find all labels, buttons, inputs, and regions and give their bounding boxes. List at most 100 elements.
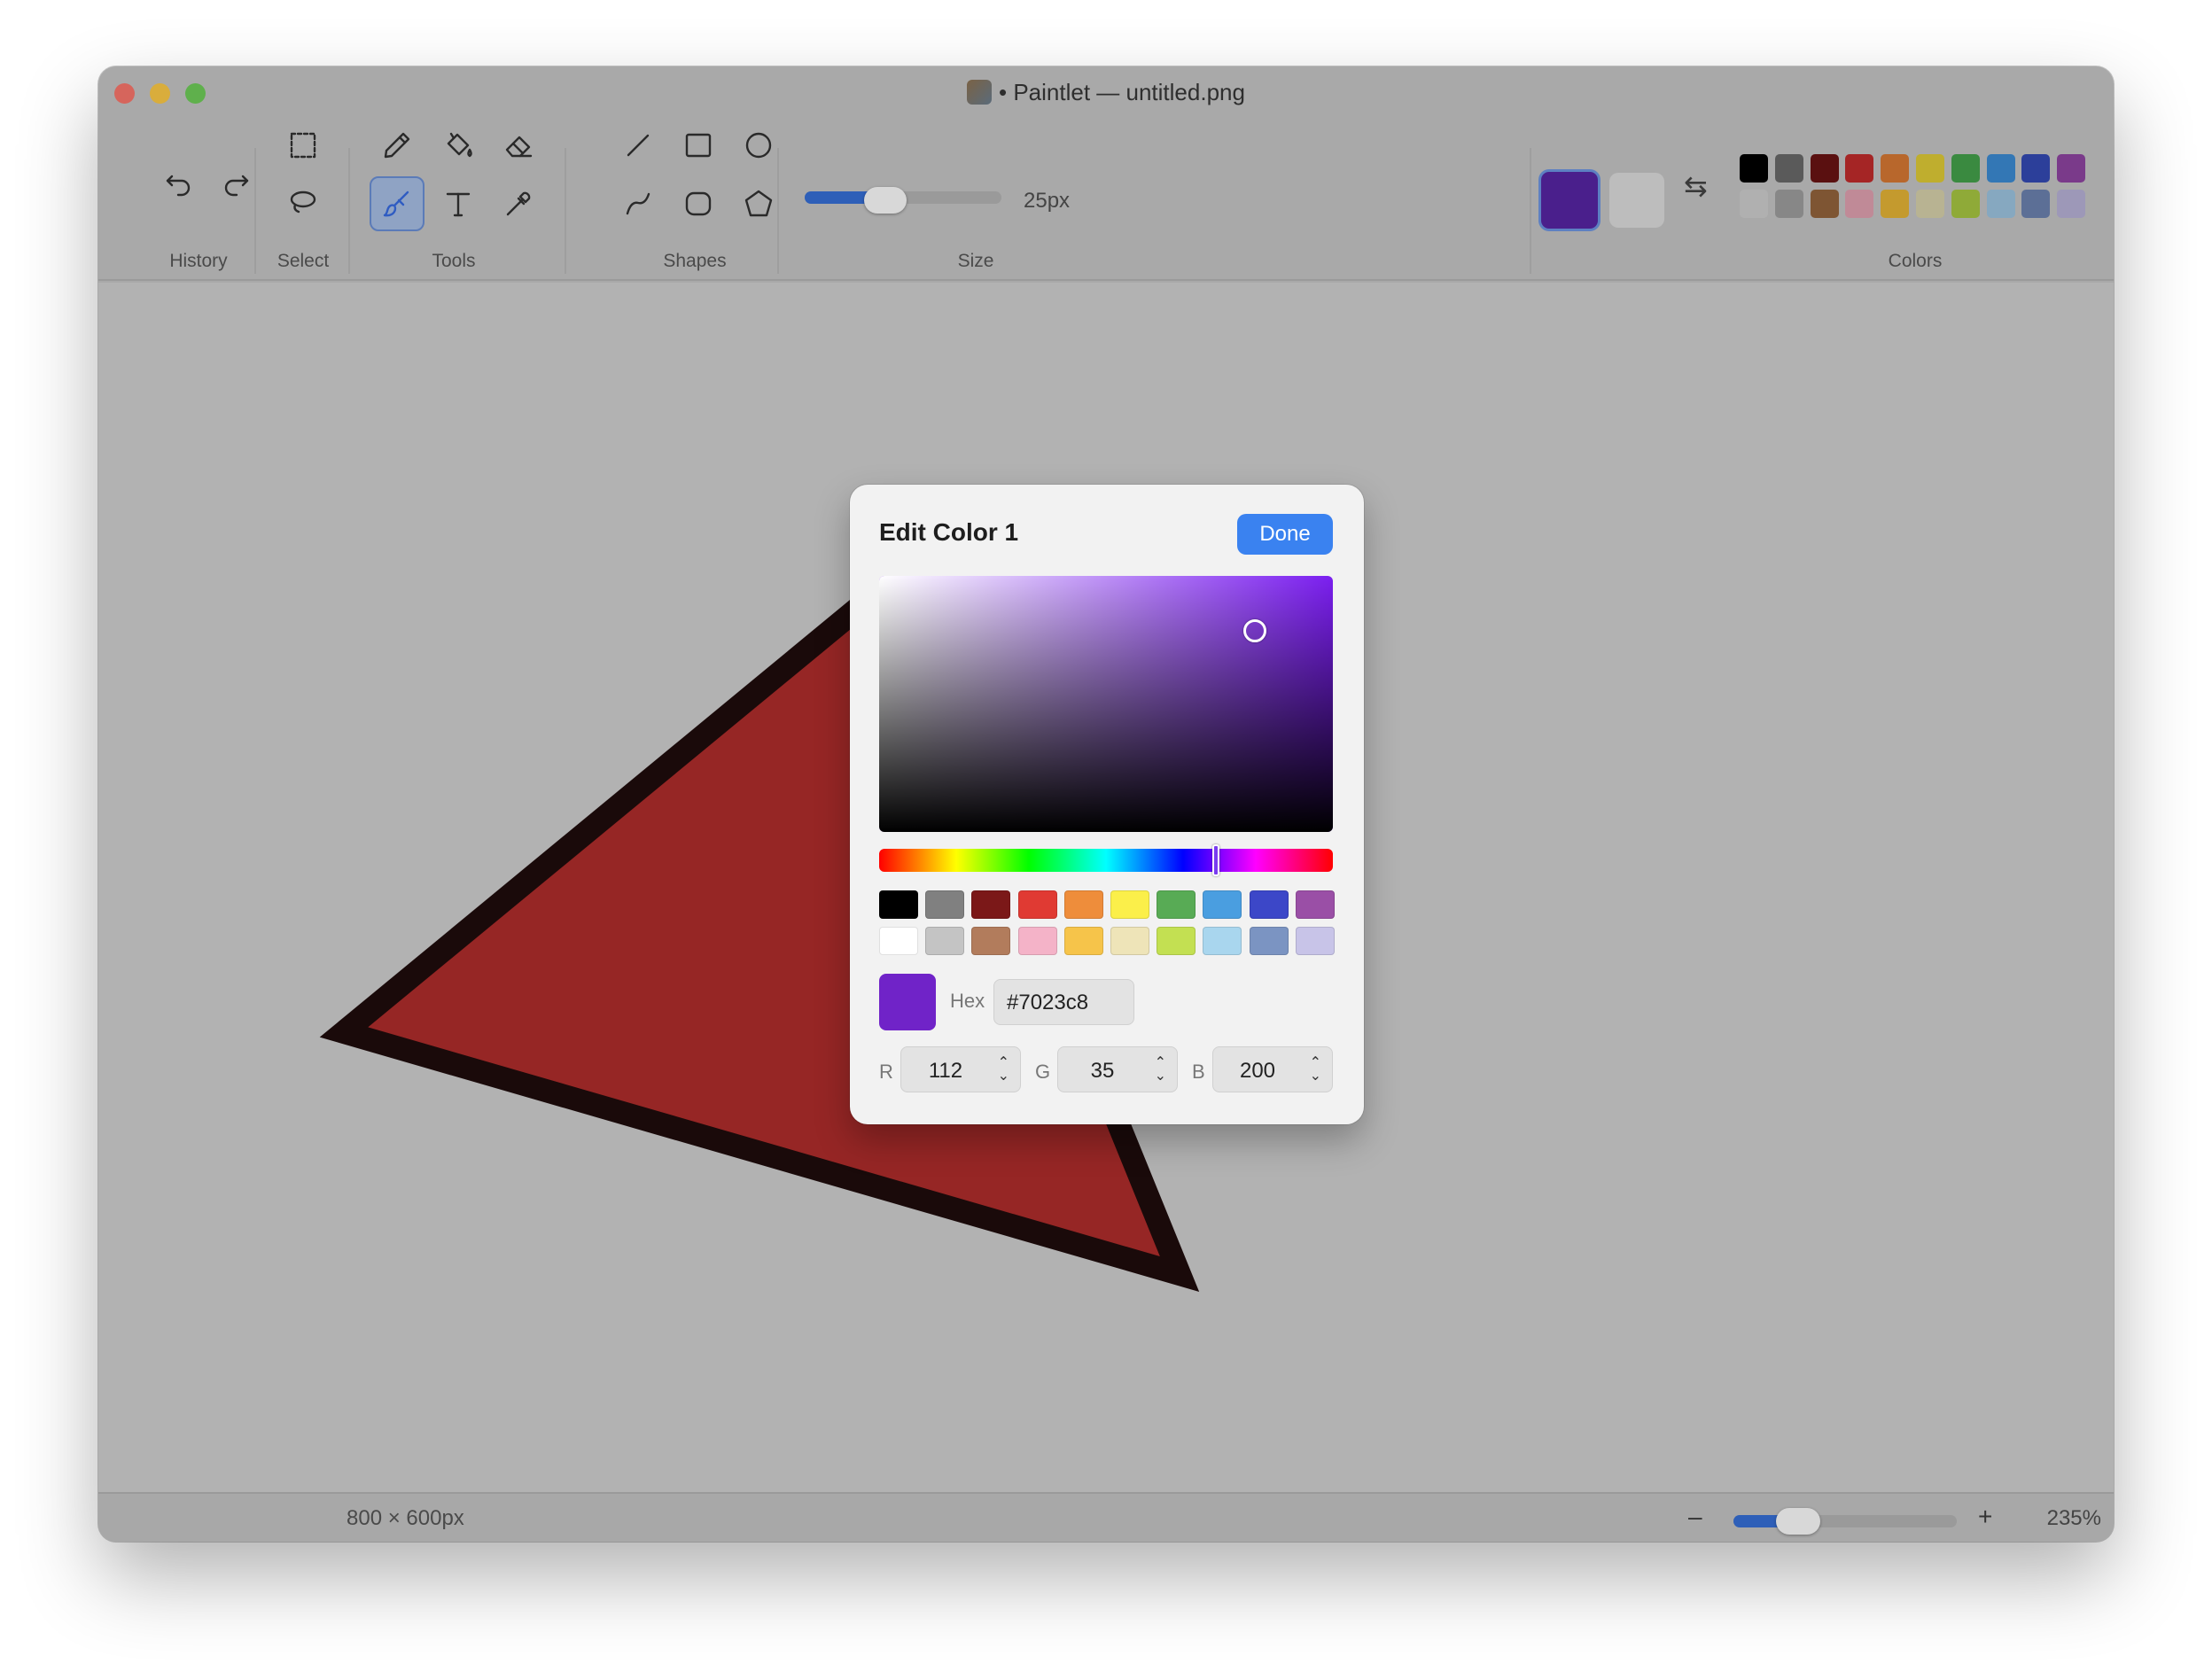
preset-swatch[interactable]: [971, 927, 1011, 955]
pencil-tool-button[interactable]: [370, 118, 424, 173]
palette-swatch[interactable]: [1774, 154, 1803, 183]
preset-swatch[interactable]: [1063, 890, 1103, 919]
rounded-rectangle-shape-button[interactable]: [671, 176, 726, 231]
text-tool-button[interactable]: [431, 176, 486, 231]
preset-swatch[interactable]: [1110, 890, 1149, 919]
palette-swatch[interactable]: [2057, 154, 2086, 183]
palette-swatch[interactable]: [1881, 190, 1910, 218]
palette-swatch[interactable]: [1774, 190, 1803, 218]
hue-slider[interactable]: [879, 849, 1333, 872]
zoom-out-button[interactable]: –: [1688, 1503, 1702, 1531]
palette-swatch[interactable]: [1845, 190, 1874, 218]
palette-swatch[interactable]: [1740, 190, 1768, 218]
rectangle-select-button[interactable]: [276, 118, 331, 173]
palette-swatch[interactable]: [1881, 154, 1910, 183]
preset-swatch[interactable]: [925, 890, 965, 919]
preset-swatch[interactable]: [1157, 927, 1196, 955]
stepper-arrows-icon[interactable]: ⌃ ⌄: [998, 1056, 1009, 1084]
palette-swatch[interactable]: [1916, 154, 1944, 183]
palette-swatch[interactable]: [1740, 154, 1768, 183]
brush-tool-button[interactable]: [370, 176, 424, 231]
red-value[interactable]: 112: [901, 1059, 990, 1084]
curve-shape-button[interactable]: [611, 176, 666, 231]
color-picker-marker[interactable]: [1243, 619, 1266, 642]
palette-swatch[interactable]: [1986, 190, 2015, 218]
preset-swatch[interactable]: [1249, 927, 1289, 955]
stepper-arrows-icon[interactable]: ⌃ ⌄: [1155, 1056, 1166, 1084]
edit-color-popover: Edit Color 1 Done Hex #7023c8 R 112 ⌃ ⌄ G…: [850, 485, 1364, 1124]
group-label-tools: Tools: [432, 251, 476, 271]
brush-icon: [383, 190, 409, 217]
black-gradient: [879, 576, 1333, 832]
preset-swatch[interactable]: [1203, 927, 1242, 955]
preset-swatch[interactable]: [1017, 890, 1057, 919]
app-icon: [967, 80, 993, 105]
palette-swatch[interactable]: [1951, 190, 1980, 218]
palette-swatch[interactable]: [1986, 154, 2015, 183]
size-slider-knob[interactable]: [864, 187, 907, 214]
preset-swatch[interactable]: [879, 890, 918, 919]
palette-swatch[interactable]: [2057, 190, 2086, 218]
pentagon-icon: [744, 190, 773, 217]
zoom-in-button[interactable]: +: [1978, 1503, 1992, 1531]
blue-label: B: [1192, 1061, 1205, 1083]
preset-swatch[interactable]: [1249, 890, 1289, 919]
preset-swatch[interactable]: [971, 890, 1011, 919]
undo-icon: [166, 175, 191, 197]
size-value: 25px: [1024, 189, 1071, 213]
red-stepper[interactable]: 112 ⌃ ⌄: [900, 1046, 1021, 1092]
blue-value[interactable]: 200: [1213, 1059, 1302, 1084]
circle-icon: [745, 132, 772, 159]
palette-swatch[interactable]: [1845, 154, 1874, 183]
preset-swatch[interactable]: [1157, 890, 1196, 919]
palette-swatch[interactable]: [1916, 190, 1944, 218]
group-label-size: Size: [957, 251, 994, 271]
eyedropper-tool-button[interactable]: [491, 176, 546, 231]
eraser-tool-button[interactable]: [491, 118, 546, 173]
stepper-arrows-icon[interactable]: ⌃ ⌄: [1310, 1056, 1321, 1084]
status-bar: 800 × 600px – + 235%: [98, 1492, 2114, 1542]
palette-swatch[interactable]: [2021, 190, 2051, 218]
preset-swatch[interactable]: [925, 927, 965, 955]
green-value[interactable]: 35: [1058, 1059, 1147, 1084]
undo-button[interactable]: [152, 155, 206, 210]
zoom-level: 235%: [2046, 1506, 2101, 1530]
preset-swatch[interactable]: [1203, 890, 1242, 919]
rectangle-shape-button[interactable]: [671, 118, 726, 173]
palette-swatch[interactable]: [1810, 190, 1839, 218]
preset-swatch[interactable]: [879, 927, 918, 955]
preset-swatch[interactable]: [1063, 927, 1103, 955]
palette-swatch[interactable]: [1951, 154, 1980, 183]
preset-swatch[interactable]: [1017, 927, 1057, 955]
divider: [254, 148, 256, 274]
green-stepper[interactable]: 35 ⌃ ⌄: [1057, 1046, 1178, 1092]
palette-swatch[interactable]: [2021, 154, 2051, 183]
done-button[interactable]: Done: [1237, 514, 1333, 555]
fill-tool-button[interactable]: [431, 118, 486, 173]
green-label: G: [1035, 1061, 1051, 1083]
rectangle-icon: [685, 133, 712, 158]
group-label-shapes: Shapes: [663, 251, 727, 271]
color-preview: [879, 974, 936, 1030]
red-label: R: [879, 1061, 893, 1083]
pencil-icon: [384, 132, 410, 159]
window-title: • Paintlet — untitled.png: [98, 79, 2114, 106]
preset-swatch[interactable]: [1110, 927, 1149, 955]
palette-swatch[interactable]: [1810, 154, 1839, 183]
secondary-color-well[interactable]: [1609, 173, 1664, 228]
line-shape-button[interactable]: [611, 118, 666, 173]
group-label-history: History: [169, 251, 228, 271]
lasso-select-button[interactable]: [276, 175, 331, 229]
popover-title: Edit Color 1: [879, 518, 1019, 546]
eraser-icon: [505, 136, 533, 158]
divider: [1530, 148, 1531, 274]
blue-stepper[interactable]: 200 ⌃ ⌄: [1212, 1046, 1333, 1092]
swap-colors-icon[interactable]: ⇆: [1684, 169, 1708, 203]
hex-input[interactable]: #7023c8: [993, 979, 1134, 1025]
preset-swatch[interactable]: [1295, 927, 1335, 955]
zoom-slider-knob[interactable]: [1776, 1508, 1820, 1535]
hue-slider-knob[interactable]: [1212, 844, 1219, 876]
saturation-brightness-picker[interactable]: [879, 576, 1333, 832]
preset-swatch[interactable]: [1295, 890, 1335, 919]
primary-color-well[interactable]: [1538, 169, 1601, 231]
